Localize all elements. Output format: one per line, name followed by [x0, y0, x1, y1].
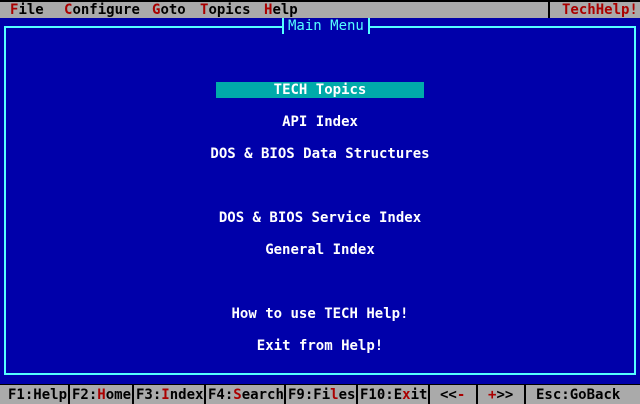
- status-divider: [204, 385, 206, 404]
- status-divider: [476, 385, 478, 404]
- fkey-search-hotkey: S: [233, 387, 242, 403]
- back-arrows: <<: [440, 387, 457, 403]
- esc-goback-button[interactable]: Esc:GoBack: [536, 387, 620, 403]
- fkey-search-key: F4: [208, 387, 225, 403]
- fkey-exit[interactable]: F10:Exit: [360, 387, 427, 403]
- forward-button[interactable]: +>>: [488, 387, 513, 403]
- window-title: Main Menu: [282, 18, 370, 34]
- fkey-exit-prefix: E: [393, 387, 403, 403]
- menu-help-label: elp: [272, 2, 298, 18]
- fkey-index[interactable]: F3:Index: [136, 387, 203, 403]
- menu-help[interactable]: Help: [264, 2, 298, 18]
- menu-entry-exit[interactable]: Exit from Help!: [0, 338, 640, 354]
- fkey-files-hotkey: l: [330, 387, 339, 403]
- brand-box: TechHelp!: [548, 2, 638, 18]
- menu-file[interactable]: File: [10, 2, 44, 18]
- fkey-home-label: ome: [105, 387, 132, 403]
- menu-goto-label: oto: [160, 2, 186, 18]
- menu-entry-label: Exit from Help!: [256, 338, 384, 354]
- status-divider: [284, 385, 286, 404]
- menu-entry-label: DOS & BIOS Data Structures: [210, 146, 430, 162]
- fkey-help-key: F1: [8, 387, 25, 403]
- fkey-files-label: es: [338, 387, 356, 403]
- fkey-index-key: F3: [136, 387, 153, 403]
- window-frame: [4, 26, 636, 375]
- fkey-exit-hotkey: x: [402, 387, 411, 403]
- menu-configure[interactable]: Configure: [64, 2, 140, 18]
- fkey-help[interactable]: F1:Help: [8, 387, 67, 403]
- fkey-home[interactable]: F2:Home: [72, 387, 131, 403]
- fkey-help-label: Help: [33, 387, 68, 403]
- status-divider: [68, 385, 70, 404]
- fkey-exit-sep: :: [385, 387, 394, 403]
- menu-entry-label: DOS & BIOS Service Index: [218, 210, 422, 226]
- fkey-search-label: earch: [241, 387, 284, 403]
- fkey-exit-key: F10: [360, 387, 386, 403]
- status-divider: [428, 385, 430, 404]
- menu-entry-tech-topics[interactable]: TECH Topics: [0, 82, 640, 98]
- menu-goto[interactable]: Goto: [152, 2, 186, 18]
- esc-key: Esc: [536, 387, 562, 403]
- fkey-home-key: F2: [72, 387, 89, 403]
- fkey-exit-label: it: [410, 387, 428, 403]
- menu-configure-label: onfigure: [72, 2, 140, 18]
- fkey-files-key: F9: [288, 387, 305, 403]
- status-bar: F1:Help F2:Home F3:Index F4:Search F9:Fi…: [0, 385, 640, 404]
- status-divider: [356, 385, 358, 404]
- main-window: Main Menu TECH Topics API Index DOS & BI…: [0, 18, 640, 384]
- back-button[interactable]: <<-: [440, 387, 465, 403]
- fkey-index-label: ndex: [169, 387, 204, 403]
- esc-sep: :: [561, 387, 570, 403]
- fkey-files[interactable]: F9:Files: [288, 387, 355, 403]
- status-divider: [524, 385, 526, 404]
- menu-entry-general-index[interactable]: General Index: [0, 242, 640, 258]
- menu-entry-label: API Index: [282, 114, 358, 130]
- back-hotkey: -: [456, 387, 466, 403]
- fkey-files-prefix: Fi: [313, 387, 331, 403]
- status-divider: [132, 385, 134, 404]
- fkey-search[interactable]: F4:Search: [208, 387, 284, 403]
- menu-bar: File Configure Goto Topics Help TechHelp…: [0, 2, 640, 18]
- menu-entry-label: TECH Topics: [216, 82, 424, 98]
- fkey-index-hotkey: I: [161, 387, 170, 403]
- forward-arrows: >>: [496, 387, 514, 403]
- fkey-home-hotkey: H: [97, 387, 106, 403]
- menu-entry-label: How to use TECH Help!: [231, 306, 409, 322]
- menu-entry-data-structures[interactable]: DOS & BIOS Data Structures: [0, 146, 640, 162]
- menu-topics-label: opics: [208, 2, 251, 18]
- menu-entry-label: General Index: [265, 242, 375, 258]
- menu-file-label: ile: [18, 2, 44, 18]
- menu-entry-how-to-use[interactable]: How to use TECH Help!: [0, 306, 640, 322]
- menu-entry-api-index[interactable]: API Index: [0, 114, 640, 130]
- app-brand: TechHelp!: [562, 2, 638, 18]
- menu-topics[interactable]: Topics: [200, 2, 251, 18]
- menu-entry-service-index[interactable]: DOS & BIOS Service Index: [0, 210, 640, 226]
- esc-label: GoBack: [569, 387, 621, 403]
